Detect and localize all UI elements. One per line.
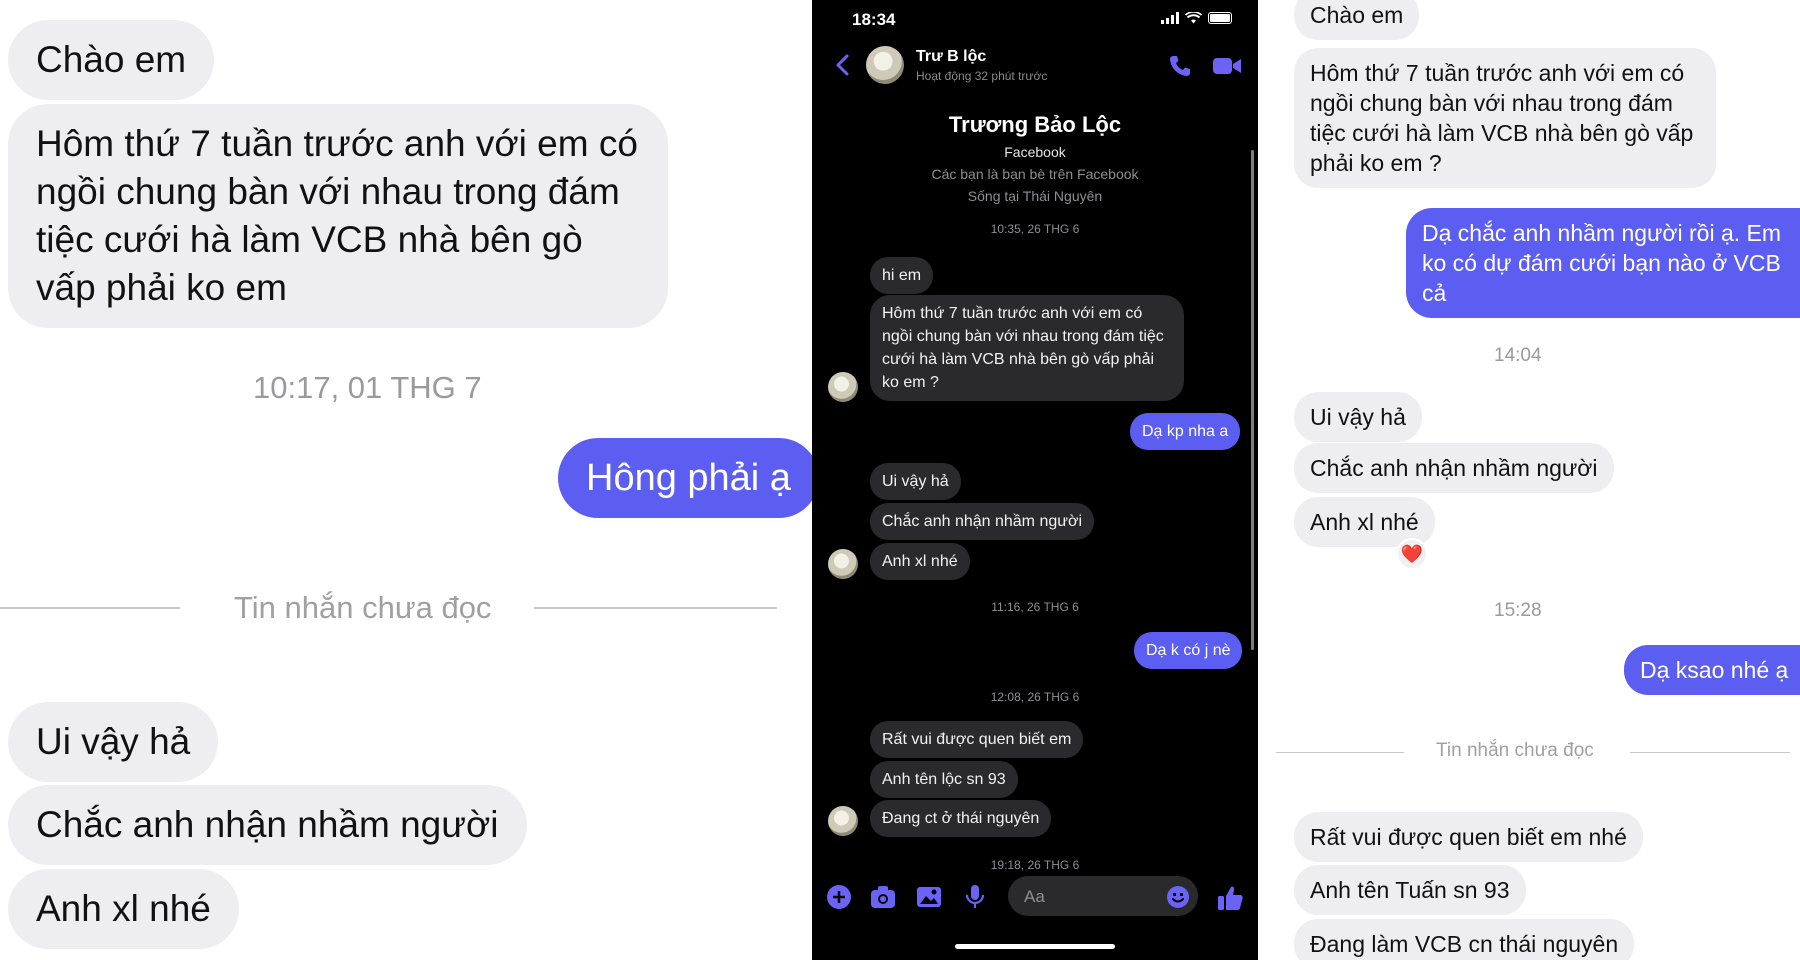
message-bubble: Đang ct ở thái nguyên [870, 800, 1052, 837]
profile-name: Trương Bảo Lộc [948, 112, 1122, 137]
timestamp: 10:35, 26 THG 6 [990, 222, 1080, 236]
right-chat-screenshot: Chào em Hôm thứ 7 tuần trước anh với em … [1258, 0, 1800, 960]
message-bubble: Chào em [8, 20, 215, 100]
profile-platform: Facebook [1004, 144, 1066, 160]
message-bubble: hi em [870, 257, 934, 294]
message-bubble: Hôm thứ 7 tuần trước anh với em có ngồi … [1294, 48, 1716, 188]
message-bubble: Chào em [1294, 0, 1420, 40]
message-bubble-outgoing: Hông phải ạ [558, 438, 812, 518]
contact-name[interactable]: Trư B lộc [916, 48, 986, 66]
message-bubble: Anh xl nhé [870, 543, 970, 580]
message-bubble-outgoing: Dạ chắc anh nhầm người rồi ạ. Em ko có d… [1406, 208, 1800, 318]
left-chat-zoom: Chào em Hôm thứ 7 tuần trước anh với em … [0, 0, 812, 960]
heart-reaction-icon[interactable]: ❤️ [1396, 538, 1428, 570]
timestamp: 10:17, 01 THG 7 [253, 370, 482, 405]
profile-relation: Các bạn là bạn bè trên Facebook [931, 166, 1139, 182]
profile-location: Sống tại Thái Nguyên [967, 188, 1103, 204]
message-bubble: Chắc anh nhận nhầm người [8, 785, 527, 865]
timestamp: 11:16, 26 THG 6 [991, 600, 1079, 614]
divider-line [1276, 752, 1404, 753]
message-bubble: Anh tên Tuấn sn 93 [1294, 865, 1526, 915]
camera-icon[interactable] [870, 884, 896, 910]
video-camera-icon[interactable] [1212, 54, 1242, 78]
status-bar-icons [1161, 12, 1232, 24]
phone-icon[interactable] [1168, 54, 1192, 78]
unread-divider: Tin nhắn chưa đọc [1436, 740, 1594, 761]
message-input-placeholder: Aa [1024, 887, 1045, 906]
message-bubble-outgoing: Dạ kp nha a [1130, 413, 1241, 450]
message-bubble: Ui vậy hả [8, 702, 219, 782]
avatar[interactable] [828, 806, 858, 836]
message-bubble: Ui vậy hả [870, 463, 961, 500]
home-indicator [955, 944, 1115, 949]
divider-line [0, 607, 180, 609]
unread-divider: Tin nhắn chưa đọc [234, 590, 492, 625]
avatar[interactable] [866, 46, 904, 84]
conversation-header: Trư B lộc Hoạt động 32 phút trước [812, 40, 1258, 92]
message-bubble: Ui vậy hả [1294, 392, 1422, 442]
message-bubble: Hôm thứ 7 tuần trước anh với em có ngồi … [870, 295, 1184, 401]
timestamp: 14:04 [1494, 345, 1542, 366]
messenger-phone-screen: 18:34 Trư B lộc Hoạt động 32 phút trước … [812, 0, 1258, 960]
scrollbar[interactable] [1251, 150, 1254, 650]
message-bubble: Anh xl nhé [8, 869, 239, 949]
thumbs-up-icon[interactable] [1216, 884, 1244, 912]
battery-icon [1208, 12, 1232, 24]
plus-circle-icon[interactable] [826, 884, 852, 910]
divider-line [534, 607, 777, 609]
message-bubble: Đang làm VCB cn thái nguyên [1294, 919, 1635, 960]
smiley-icon[interactable] [1166, 885, 1190, 909]
message-bubble: Hôm thứ 7 tuần trước anh với em có ngồi … [8, 104, 668, 328]
image-icon[interactable] [916, 884, 942, 910]
active-status: Hoạt động 32 phút trước [916, 69, 1048, 83]
microphone-icon[interactable] [962, 884, 988, 910]
message-bubble: Chắc anh nhận nhầm người [870, 503, 1094, 540]
timestamp: 12:08, 26 THG 6 [990, 690, 1080, 704]
message-composer: Aa [812, 868, 1258, 928]
chevron-left-icon[interactable] [828, 50, 858, 80]
divider-line [1630, 752, 1790, 753]
message-bubble-outgoing: Dạ k có j nè [1134, 632, 1243, 669]
status-bar-time: 18:34 [852, 10, 896, 29]
message-bubble: Anh tên lộc sn 93 [870, 761, 1018, 798]
avatar[interactable] [828, 372, 858, 402]
message-bubble: Rất vui được quen biết em [870, 721, 1084, 758]
message-input[interactable]: Aa [1008, 876, 1198, 916]
signal-icon [1161, 12, 1179, 24]
wifi-icon [1185, 12, 1202, 24]
timestamp: 15:28 [1494, 600, 1542, 621]
message-bubble: Chắc anh nhận nhầm người [1294, 443, 1614, 493]
message-bubble-outgoing: Dạ ksao nhé ạ [1624, 645, 1800, 695]
avatar[interactable] [828, 549, 858, 579]
message-bubble: Rất vui được quen biết em nhé [1294, 812, 1643, 862]
